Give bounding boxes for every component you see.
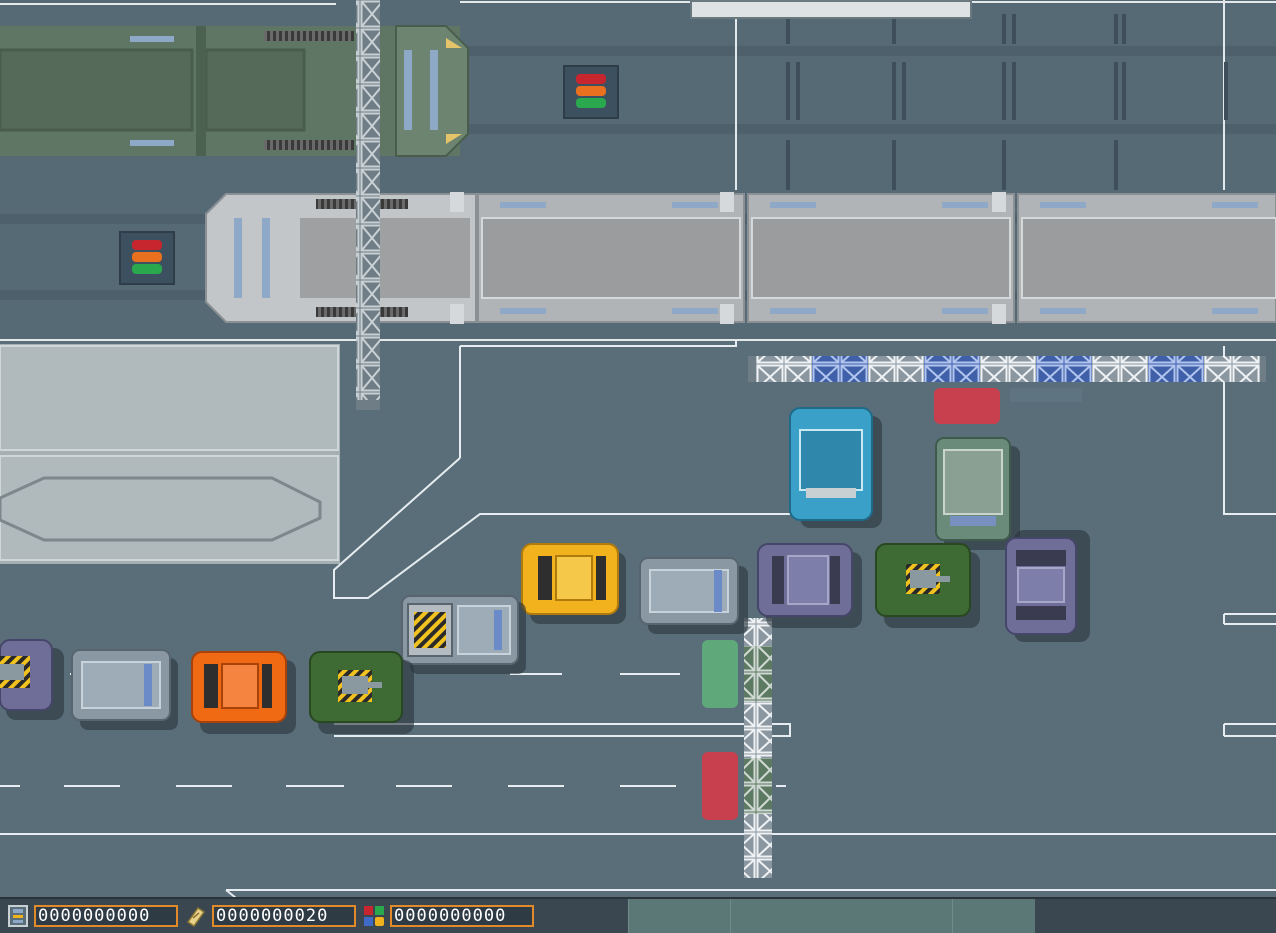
traffic-light-lower[interactable] [119,231,175,285]
lattice-pylon [356,0,380,410]
car-grey-cargo[interactable] [401,595,526,674]
hud-panel-2 [730,899,953,933]
cargo-counter: 0000000000 [34,905,178,927]
concrete-platform [0,344,340,564]
car-yellow[interactable] [521,543,626,624]
ticket-counter: 0000000020 [212,905,356,927]
traffic-light-upper[interactable] [563,65,619,119]
tank-green-1[interactable] [875,543,980,628]
car-blue-parked[interactable] [789,407,882,528]
tank-purple[interactable] [0,639,64,720]
train-green [0,25,469,157]
tank-green-2[interactable] [309,651,414,734]
car-grey-2[interactable] [71,649,178,730]
game-scene[interactable] [0,0,1276,931]
hud-panel-1 [628,899,731,933]
color-blocks-icon [364,906,384,926]
car-orange[interactable] [191,651,296,734]
ticket-icon [186,906,206,928]
truck-green-parked[interactable] [935,437,1020,550]
car-purple-1[interactable] [757,543,862,628]
cargo-icon [8,905,28,927]
blocks-counter: 0000000000 [390,905,534,927]
hud-bar: 0000000000 0000000020 0000000000 [0,897,1276,933]
hud-panel-3 [952,899,1035,933]
car-purple-2[interactable] [1005,530,1090,642]
car-grey-1[interactable] [639,557,748,634]
